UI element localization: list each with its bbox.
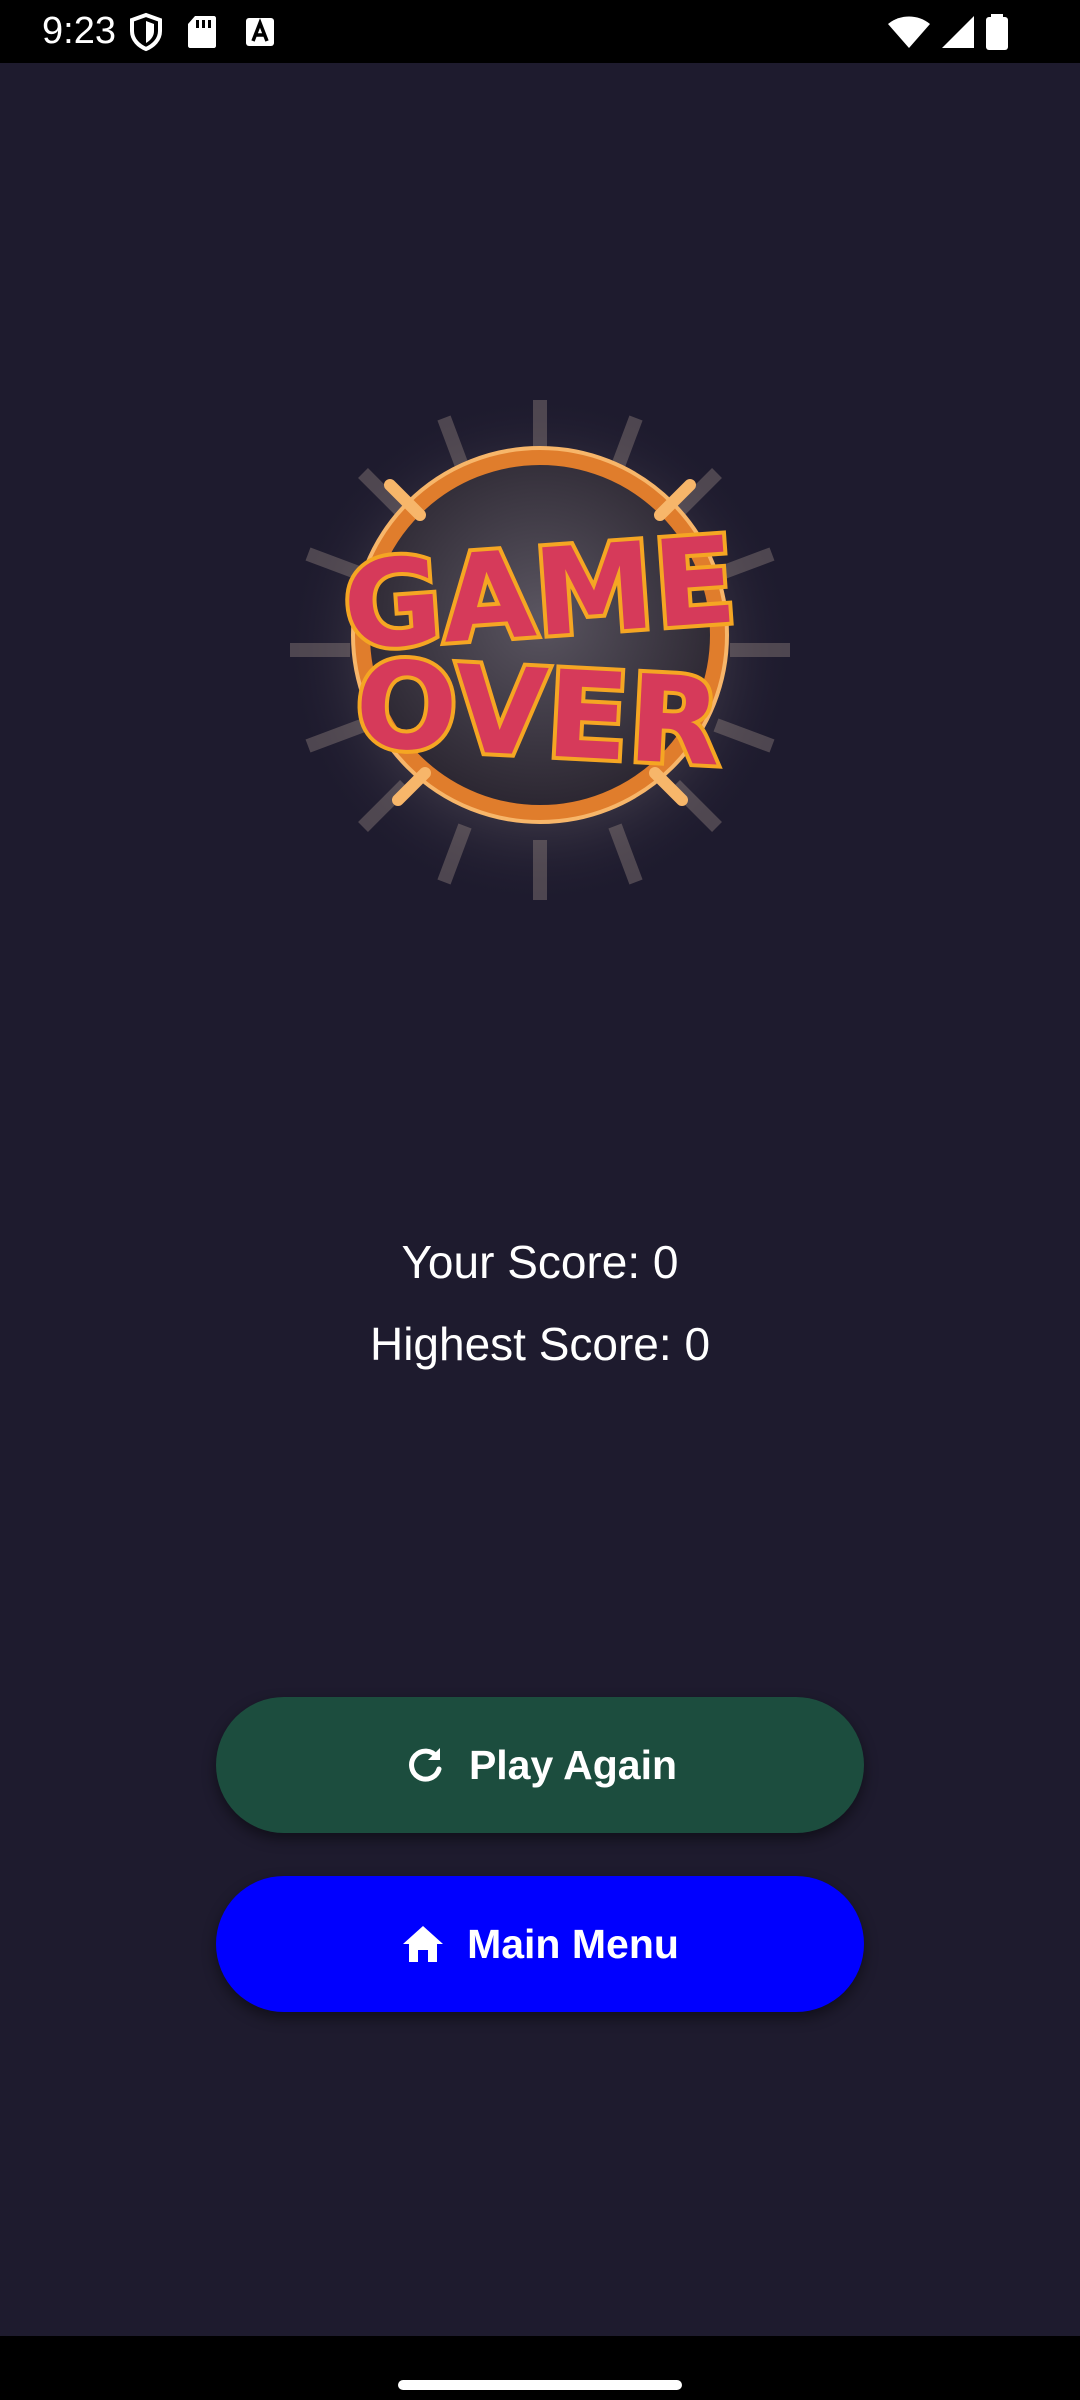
game-over-screen: 9:23 GAME OVER Your Score: 0 Highest Sco…: [0, 0, 1080, 2400]
highest-score-label: Highest Score: 0: [369, 1318, 711, 1370]
navigation-bar: [0, 2336, 1080, 2400]
home-icon: [403, 1926, 444, 1962]
play-again-button[interactable]: Play Again: [216, 1697, 864, 1833]
refresh-icon: [409, 1748, 442, 1782]
game-over-logo: GAME OVER: [285, 395, 795, 905]
font-a-icon: [246, 18, 274, 46]
battery-icon: [986, 14, 1008, 50]
main-menu-button[interactable]: Main Menu: [216, 1876, 864, 2012]
sd-card-icon: [188, 16, 216, 48]
signal-icon: [942, 16, 974, 48]
game-over-text: GAME OVER: [335, 507, 745, 797]
play-again-label: Play Again: [468, 1741, 678, 1788]
status-bar: 9:23: [0, 0, 1080, 63]
your-score-label: Your Score: 0: [401, 1236, 679, 1288]
status-time: 9:23: [42, 10, 116, 52]
wifi-icon: [888, 16, 930, 48]
logo-line2: OVER: [352, 636, 725, 794]
shield-icon: [130, 12, 162, 52]
main-menu-label: Main Menu: [467, 1920, 679, 1967]
home-gesture-handle[interactable]: [398, 2380, 682, 2390]
